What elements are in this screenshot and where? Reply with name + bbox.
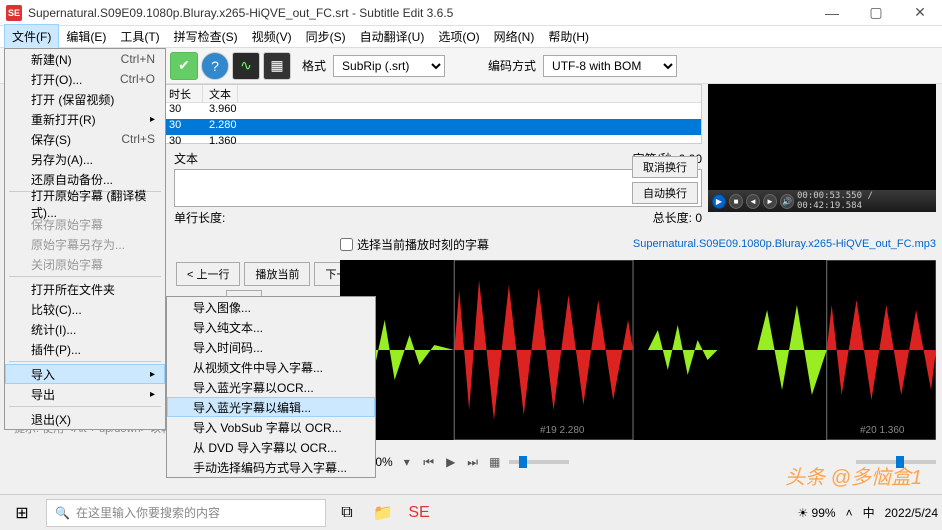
menu-video[interactable]: 视频(V) (245, 25, 299, 48)
wave-seg-label: #19 2.280 (540, 425, 585, 436)
app-icon[interactable]: SE (404, 499, 434, 527)
search-input[interactable]: 🔍在这里输入你要搜索的内容 (46, 499, 326, 527)
cancel-wrap-button[interactable]: 取消换行 (632, 156, 698, 178)
menu-spell[interactable]: 拼写检查(S) (167, 25, 245, 48)
menu-plugins[interactable]: 插件(P)... (5, 339, 165, 359)
menu-tools[interactable]: 工具(T) (113, 25, 166, 48)
grid-icon[interactable]: ▦ (487, 454, 503, 470)
app-icon: SE (6, 5, 22, 21)
minimize-button[interactable]: — (810, 0, 854, 26)
menu-open-folder[interactable]: 打开所在文件夹 (5, 279, 165, 299)
menu-export[interactable]: 导出▸ (5, 384, 165, 404)
menu-import[interactable]: 导入▸ (5, 364, 165, 384)
col-text: 文本 (203, 85, 238, 102)
menu-restore[interactable]: 还原自动备份... (5, 169, 165, 189)
subtitle-text-input[interactable] (174, 169, 702, 207)
forward-icon[interactable]: ⏭ (465, 454, 481, 470)
submenu-manual[interactable]: 手动选择编码方式导入字幕... (167, 457, 375, 477)
menu-save-orig[interactable]: 保存原始字幕 (5, 214, 165, 234)
zoom-slider[interactable] (509, 460, 569, 464)
table-row[interactable]: 301.360 (163, 135, 701, 151)
select-current-checkbox[interactable] (340, 238, 353, 251)
encoding-label: 编码方式 (488, 57, 536, 74)
menu-close-orig[interactable]: 关闭原始字幕 (5, 254, 165, 274)
explorer-icon[interactable]: 📁 (368, 499, 398, 527)
help-icon[interactable]: ? (201, 52, 229, 80)
wave-seg-label: #20 1.360 (860, 425, 905, 436)
menu-new[interactable]: 新建(N)Ctrl+N (5, 49, 165, 69)
date-label: 2022/5/24 (885, 506, 938, 520)
menu-save[interactable]: 保存(S)Ctrl+S (5, 129, 165, 149)
encoding-select[interactable]: UTF-8 with BOM (543, 55, 677, 77)
waveform-icon[interactable]: ∿ (232, 52, 260, 80)
start-button[interactable]: ⊞ (4, 498, 40, 528)
tray-up-icon[interactable]: ˄ (846, 506, 853, 520)
select-current-label: 选择当前播放时刻的字幕 (357, 236, 489, 253)
video-icon[interactable]: ▦ (263, 52, 291, 80)
check-icon[interactable]: ✔ (170, 52, 198, 80)
auto-wrap-button[interactable]: 自动换行 (632, 182, 698, 204)
prev-line-button[interactable]: < 上一行 (176, 262, 240, 286)
menu-help[interactable]: 帮助(H) (541, 25, 596, 48)
window-title: Supernatural.S09E09.1080p.Bluray.x265-Hi… (28, 6, 810, 20)
video-time: 00:00:53.550 / 00:42:19.584 (797, 191, 932, 211)
close-button[interactable]: ✕ (898, 0, 942, 26)
menu-sync[interactable]: 同步(S) (299, 25, 353, 48)
subtitle-grid[interactable]: 时长 文本 303.960 302.280 301.360 (162, 84, 702, 144)
task-view-icon[interactable]: ⧉ (332, 499, 362, 527)
submenu-vobsub[interactable]: 导入 VobSub 字幕以 OCR... (167, 417, 375, 437)
ime-icon[interactable]: 中 (863, 504, 875, 521)
menu-reopen[interactable]: 重新打开(R)▸ (5, 109, 165, 129)
submenu-bluray-edit[interactable]: 导入蓝光字幕以编辑... (167, 397, 375, 417)
menu-open-keep[interactable]: 打开 (保留视频) (5, 89, 165, 109)
audio-filename: Supernatural.S09E09.1080p.Bluray.x265-Hi… (633, 238, 936, 250)
file-menu: 新建(N)Ctrl+N 打开(O)...Ctrl+O 打开 (保留视频) 重新打… (4, 48, 166, 430)
submenu-timecode[interactable]: 导入时间码... (167, 337, 375, 357)
submenu-bluray-ocr[interactable]: 导入蓝光字幕以OCR... (167, 377, 375, 397)
table-row[interactable]: 303.960 (163, 103, 701, 119)
menu-edit[interactable]: 编辑(E) (59, 25, 113, 48)
table-row[interactable]: 302.280 (163, 119, 701, 135)
text-label: 文本 (174, 150, 198, 167)
menu-options[interactable]: 选项(O) (431, 25, 486, 48)
mute-icon[interactable]: 🔊 (780, 194, 794, 209)
total-len: 总长度: 0 (653, 209, 702, 226)
next-icon[interactable]: ► (763, 194, 777, 209)
weather-icon[interactable]: ☀ 99% (797, 506, 835, 520)
submenu-dvd[interactable]: 从 DVD 导入字幕以 OCR... (167, 437, 375, 457)
format-label: 格式 (302, 57, 326, 74)
menu-open-orig[interactable]: 打开原始字幕 (翻译模式)... (5, 194, 165, 214)
menu-stats[interactable]: 统计(I)... (5, 319, 165, 339)
menu-compare[interactable]: 比较(C)... (5, 299, 165, 319)
menu-translate[interactable]: 自动翻译(U) (353, 25, 432, 48)
prev-icon[interactable]: ◄ (746, 194, 760, 209)
format-select[interactable]: SubRip (.srt) (333, 55, 445, 77)
menu-exit[interactable]: 退出(X) (5, 409, 165, 429)
menu-saveas[interactable]: 另存为(A)... (5, 149, 165, 169)
watermark: 头条 @多恼盒1 (785, 461, 922, 490)
menu-network[interactable]: 网络(N) (487, 25, 542, 48)
col-duration: 时长 (163, 85, 203, 102)
single-line-len: 单行长度: (174, 209, 225, 226)
chevron-down-icon[interactable]: ▾ (399, 454, 415, 470)
menu-orig-saveas[interactable]: 原始字幕另存为... (5, 234, 165, 254)
waveform-display[interactable]: #19 2.280 #20 1.360 (340, 260, 936, 440)
play-current-button[interactable]: 播放当前 (244, 262, 310, 286)
maximize-button[interactable]: ▢ (854, 0, 898, 26)
submenu-from-video[interactable]: 从视频文件中导入字幕... (167, 357, 375, 377)
submenu-image[interactable]: 导入图像... (167, 297, 375, 317)
stop-icon[interactable]: ■ (729, 194, 743, 209)
import-submenu: 导入图像... 导入纯文本... 导入时间码... 从视频文件中导入字幕... … (166, 296, 376, 478)
submenu-text[interactable]: 导入纯文本... (167, 317, 375, 337)
search-icon: 🔍 (55, 506, 70, 520)
rewind-icon[interactable]: ⏮ (421, 454, 437, 470)
play-icon[interactable]: ▶ (443, 454, 459, 470)
play-icon[interactable]: ▶ (712, 194, 726, 209)
menu-file[interactable]: 文件(F) (4, 24, 59, 49)
menu-open[interactable]: 打开(O)...Ctrl+O (5, 69, 165, 89)
